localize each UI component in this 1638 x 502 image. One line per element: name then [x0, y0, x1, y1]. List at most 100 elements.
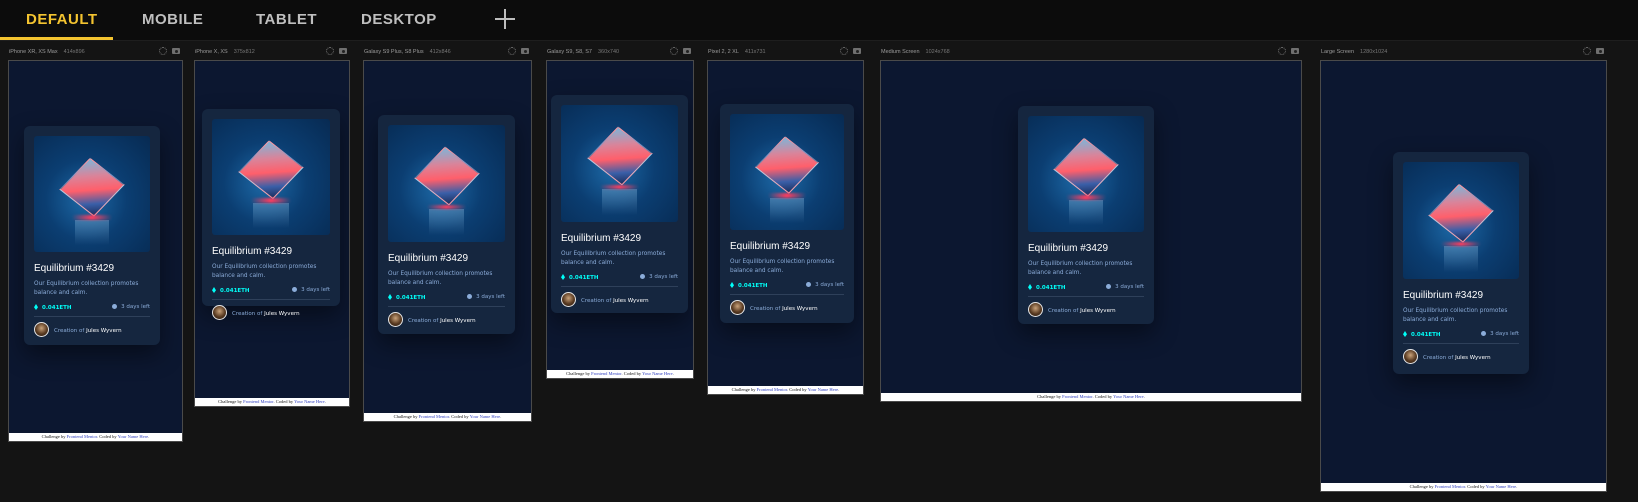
time-left: 3 days left — [806, 282, 844, 288]
tab-mobile[interactable]: MOBILE — [142, 0, 203, 40]
screenshot-camera-icon[interactable] — [853, 48, 861, 54]
device-label: iPhone XR, XS Max 414x896 — [9, 49, 85, 55]
time-left: 3 days left — [112, 304, 150, 310]
creator-row: Creation of Jules Wyvern — [1403, 349, 1491, 364]
screenshot-camera-icon[interactable] — [683, 48, 691, 54]
coder-link[interactable]: Your Name Here — [808, 387, 839, 392]
creator-name[interactable]: Jules Wyvern — [440, 318, 476, 324]
screenshot-camera-icon[interactable] — [1596, 48, 1604, 54]
creator-name[interactable]: Jules Wyvern — [613, 298, 649, 304]
coder-link[interactable]: Your Name Here — [642, 371, 673, 376]
frontend-mentor-link[interactable]: Frontend Mentor — [757, 387, 787, 392]
add-device-icon[interactable] — [492, 6, 518, 32]
screenshot-camera-icon[interactable] — [1291, 48, 1299, 54]
device-size: 360x740 — [597, 49, 620, 55]
coder-link[interactable]: Your Name Here — [1486, 484, 1517, 489]
card-description: Our Equilibrium collection promotes bala… — [561, 251, 666, 266]
creator-name[interactable]: Jules Wyvern — [1455, 355, 1491, 361]
tab-default[interactable]: DEFAULT — [26, 0, 98, 40]
screenshot-camera-icon[interactable] — [521, 48, 529, 54]
card-title[interactable]: Equilibrium #3429 — [388, 253, 468, 264]
frontend-mentor-link[interactable]: Frontend Mentor — [67, 434, 97, 439]
device-label: Galaxy S9, S8, S7 360x740 — [547, 49, 619, 55]
price-value: 0.041ETH — [42, 305, 72, 311]
nft-image[interactable] — [212, 119, 330, 235]
device-size: 1024x768 — [925, 49, 950, 55]
card-description: Our Equilibrium collection promotes bala… — [34, 281, 139, 296]
device-name: Galaxy S9, S8, S7 — [547, 49, 592, 55]
creator-row: Creation of Jules Wyvern — [34, 322, 122, 337]
time-left: 3 days left — [292, 287, 330, 293]
attribution: Challenge by Frontend Mentor. Coded by Y… — [881, 393, 1301, 401]
tab-desktop[interactable]: DESKTOP — [361, 0, 437, 40]
device-label: Pixel 2, 2 XL 411x731 — [708, 49, 766, 55]
challenge-prefix: Challenge by — [731, 387, 756, 392]
coded-prefix: . Coded by — [1465, 484, 1485, 489]
coder-link[interactable]: Your Name Here — [1113, 394, 1144, 399]
nft-image[interactable] — [1403, 162, 1519, 279]
settings-gear-icon[interactable] — [326, 47, 334, 55]
cube-reflection — [1443, 246, 1479, 272]
ethereum-icon — [1403, 331, 1407, 337]
time-left-value: 3 days left — [649, 274, 678, 280]
cube-reflection — [1068, 199, 1104, 226]
settings-gear-icon[interactable] — [840, 47, 848, 55]
nft-image[interactable] — [1028, 116, 1144, 232]
creator-avatar — [1403, 349, 1418, 364]
attribution: Challenge by Frontend Mentor. Coded by Y… — [364, 413, 531, 421]
frontend-mentor-link[interactable]: Frontend Mentor — [1062, 394, 1092, 399]
price: 0.041ETH — [34, 304, 72, 311]
nft-image[interactable] — [34, 136, 150, 252]
device-label: iPhone X, XS 375x812 — [195, 49, 255, 55]
coder-link[interactable]: Your Name Here — [470, 414, 501, 419]
card-title[interactable]: Equilibrium #3429 — [34, 263, 114, 274]
frontend-mentor-link[interactable]: Frontend Mentor — [1435, 484, 1465, 489]
creator-name[interactable]: Jules Wyvern — [782, 306, 818, 312]
clock-icon — [640, 274, 646, 279]
frontend-mentor-link[interactable]: Frontend Mentor — [591, 371, 621, 376]
nft-image[interactable] — [388, 125, 505, 242]
settings-gear-icon[interactable] — [508, 47, 516, 55]
cube-reflection — [601, 189, 638, 215]
card-description: Our Equilibrium collection promotes bala… — [1028, 261, 1133, 276]
price-value: 0.041ETH — [220, 288, 250, 294]
frontend-mentor-link[interactable]: Frontend Mentor — [419, 414, 449, 419]
creator-name[interactable]: Jules Wyvern — [264, 311, 300, 317]
creator-name[interactable]: Jules Wyvern — [1080, 308, 1116, 314]
nft-card: Equilibrium #3429 Our Equilibrium collect… — [720, 104, 854, 323]
creator-name[interactable]: Jules Wyvern — [86, 328, 122, 334]
tab-tablet[interactable]: TABLET — [256, 0, 317, 40]
screenshot-camera-icon[interactable] — [172, 48, 180, 54]
card-description: Our Equilibrium collection promotes bala… — [388, 271, 493, 286]
card-title[interactable]: Equilibrium #3429 — [1403, 290, 1483, 301]
screenshot-camera-icon[interactable] — [339, 48, 347, 54]
cube-reflection — [74, 219, 110, 246]
settings-gear-icon[interactable] — [1278, 47, 1286, 55]
attribution-suffix: . — [500, 414, 502, 419]
settings-gear-icon[interactable] — [159, 47, 167, 55]
device-screen: Equilibrium #3429 Our Equilibrium collect… — [8, 60, 183, 442]
coder-link[interactable]: Your Name Here — [118, 434, 149, 439]
frontend-mentor-link[interactable]: Frontend Mentor — [243, 399, 273, 404]
time-left-value: 3 days left — [121, 304, 150, 310]
attribution-suffix: . — [672, 371, 674, 376]
ethereum-icon — [1028, 284, 1032, 290]
settings-gear-icon[interactable] — [670, 47, 678, 55]
ethereum-icon — [561, 274, 565, 280]
cube-glow — [426, 204, 467, 210]
creation-prefix: Creation of — [54, 328, 85, 334]
creation-prefix: Creation of — [232, 311, 263, 317]
creation-prefix: Creation of — [581, 298, 612, 304]
coder-link[interactable]: Your Name Here — [294, 399, 325, 404]
card-title[interactable]: Equilibrium #3429 — [1028, 243, 1108, 254]
card-title[interactable]: Equilibrium #3429 — [561, 233, 641, 244]
nft-image[interactable] — [730, 114, 844, 230]
creator-avatar — [34, 322, 49, 337]
attribution-suffix: . — [1516, 484, 1518, 489]
nft-image[interactable] — [561, 105, 678, 222]
card-title[interactable]: Equilibrium #3429 — [212, 246, 292, 257]
card-title[interactable]: Equilibrium #3429 — [730, 241, 810, 252]
settings-gear-icon[interactable] — [1583, 47, 1591, 55]
creation-prefix: Creation of — [1423, 355, 1454, 361]
device-size: 414x896 — [63, 49, 85, 55]
